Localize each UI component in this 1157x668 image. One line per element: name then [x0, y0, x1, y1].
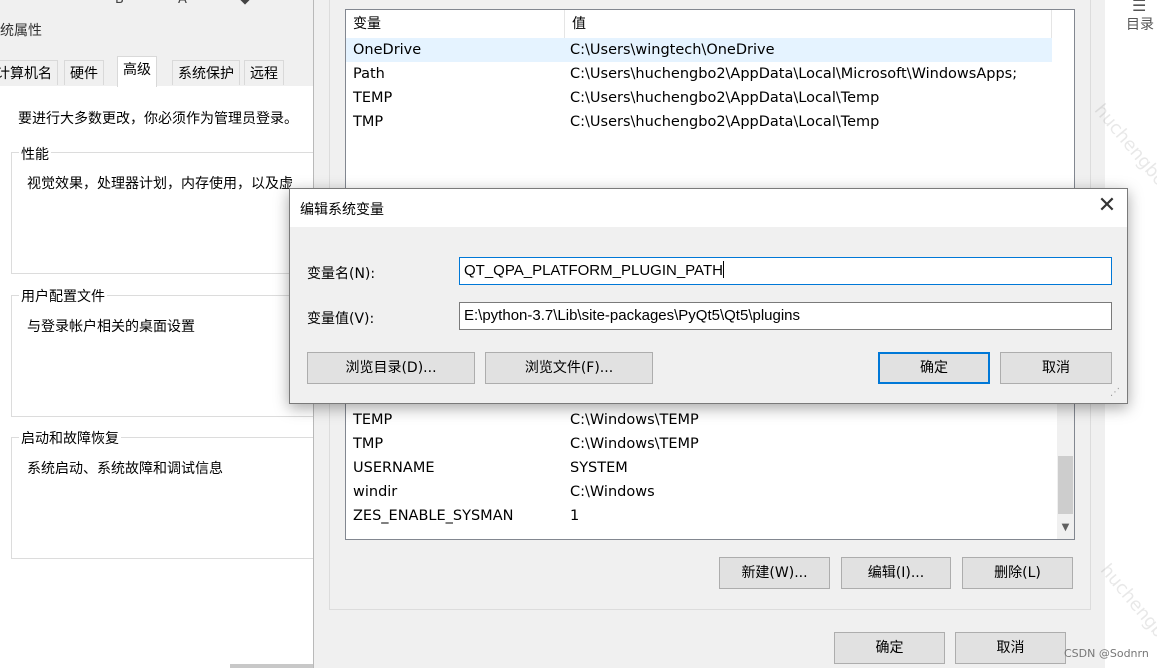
- table-row[interactable]: Path C:\Users\huchengbo2\AppData\Local\M…: [346, 62, 1052, 86]
- table-row[interactable]: TMP C:\Windows\TEMP: [346, 432, 1052, 456]
- var-value: C:\Windows\TEMP: [570, 436, 699, 452]
- table-row[interactable]: OneDrive C:\Users\wingtech\OneDrive: [346, 38, 1052, 62]
- var-name: windir: [353, 484, 398, 500]
- var-name: Path: [353, 66, 385, 82]
- var-value: C:\Users\huchengbo2\AppData\Local\Micros…: [570, 66, 1018, 82]
- var-name: TEMP: [353, 90, 393, 106]
- var-value: C:\Users\wingtech\OneDrive: [570, 42, 775, 58]
- list-icon[interactable]: ☰: [1132, 0, 1146, 15]
- variable-name-value: QT_QPA_PLATFORM_PLUGIN_PATH: [464, 262, 723, 279]
- var-value: 1: [570, 508, 580, 524]
- tab-advanced[interactable]: 高级: [117, 56, 157, 87]
- var-value: C:\Users\huchengbo2\AppData\Local\Temp: [570, 114, 880, 130]
- var-value: C:\Users\huchengbo2\AppData\Local\Temp: [570, 90, 880, 106]
- dialog-titlebar[interactable]: [290, 189, 1127, 227]
- browse-file-button[interactable]: 浏览文件(F)...: [485, 352, 653, 384]
- performance-group: [11, 152, 314, 274]
- resize-grip-icon[interactable]: ⋰: [1110, 387, 1120, 398]
- system-variables-list[interactable]: TEMP C:\Windows\TEMP TMP C:\Windows\TEMP…: [345, 380, 1075, 540]
- tab-remote[interactable]: 远程: [244, 60, 284, 85]
- table-row[interactable]: USERNAME SYSTEM: [346, 456, 1052, 480]
- var-value: SYSTEM: [570, 460, 628, 476]
- var-name: OneDrive: [353, 42, 422, 58]
- column-header-name[interactable]: 变量: [346, 10, 565, 38]
- var-value: C:\Windows: [570, 484, 655, 500]
- user-variables-list[interactable]: 变量 值 OneDrive C:\Users\wingtech\OneDrive…: [345, 9, 1075, 196]
- variable-name-field[interactable]: QT_QPA_PLATFORM_PLUGIN_PATH: [459, 257, 1112, 285]
- bold-icon: B: [115, 0, 129, 7]
- close-icon[interactable]: ✕: [1096, 195, 1118, 217]
- underline-icon: A: [178, 0, 192, 7]
- dialog-ok-button[interactable]: 确定: [878, 352, 990, 384]
- performance-label: 性能: [19, 144, 51, 164]
- variable-value-text: E:\python-3.7\Lib\site-packages\PyQt5\Qt…: [464, 307, 801, 324]
- var-value: C:\Windows\TEMP: [570, 412, 699, 428]
- env-ok-button[interactable]: 确定: [834, 632, 945, 664]
- tab-system-protection[interactable]: 系统保护: [172, 60, 240, 85]
- tab-computer-name[interactable]: 计算机名: [0, 60, 58, 85]
- scrollbar-thumb[interactable]: [1058, 456, 1073, 514]
- variable-name-label: 变量名(N):: [307, 266, 376, 282]
- system-vars-scrollbar[interactable]: ▼: [1057, 381, 1074, 539]
- var-name: ZES_ENABLE_SYSMAN: [353, 508, 514, 524]
- performance-description: 视觉效果，处理器计划，内存使用，以及虚: [27, 176, 293, 192]
- startup-recovery-label: 启动和故障恢复: [19, 428, 121, 448]
- window-title: 系统属性: [0, 23, 42, 39]
- variable-value-field[interactable]: E:\python-3.7\Lib\site-packages\PyQt5\Qt…: [459, 302, 1112, 330]
- var-name: USERNAME: [353, 460, 435, 476]
- tab-hardware[interactable]: 硬件: [64, 60, 104, 85]
- admin-note: 要进行大多数更改，你必须作为管理员登录。: [18, 111, 298, 127]
- dialog-cancel-button[interactable]: 取消: [1000, 352, 1112, 384]
- scroll-indicator: [230, 664, 313, 668]
- tab-strip: 计算机名 硬件 高级 系统保护 远程: [0, 56, 313, 87]
- paint-icon: ◆: [240, 0, 254, 7]
- var-name: TMP: [353, 114, 384, 130]
- credit-text: CSDN @Sodnrn: [1064, 647, 1149, 660]
- variable-value-label: 变量值(V):: [307, 311, 375, 327]
- dialog-title: 编辑系统变量: [300, 202, 384, 218]
- new-variable-button[interactable]: 新建(W)...: [719, 557, 830, 589]
- table-row[interactable]: windir C:\Windows: [346, 480, 1052, 504]
- edit-variable-button[interactable]: 编辑(I)...: [841, 557, 951, 589]
- var-name: TEMP: [353, 412, 393, 428]
- column-header-value[interactable]: 值: [565, 10, 1052, 38]
- env-cancel-button[interactable]: 取消: [955, 632, 1066, 664]
- text-caret: [722, 261, 724, 278]
- startup-recovery-description: 系统启动、系统故障和调试信息: [27, 461, 223, 477]
- toc-label[interactable]: 目录: [1126, 14, 1154, 34]
- browse-directory-button[interactable]: 浏览目录(D)...: [307, 352, 475, 384]
- startup-recovery-group: [11, 437, 314, 559]
- user-profiles-description: 与登录帐户相关的桌面设置: [27, 319, 195, 335]
- delete-variable-button[interactable]: 删除(L): [962, 557, 1073, 589]
- user-profiles-label: 用户配置文件: [19, 286, 107, 306]
- scroll-down-icon[interactable]: ▼: [1057, 519, 1074, 536]
- table-row[interactable]: TEMP C:\Users\huchengbo2\AppData\Local\T…: [346, 86, 1052, 110]
- table-row[interactable]: TMP C:\Users\huchengbo2\AppData\Local\Te…: [346, 110, 1052, 134]
- table-row[interactable]: TEMP C:\Windows\TEMP: [346, 408, 1052, 432]
- var-name: TMP: [353, 436, 384, 452]
- edit-variable-dialog: 编辑系统变量 ✕ 变量名(N): QT_QPA_PLATFORM_PLUGIN_…: [289, 188, 1128, 404]
- table-row[interactable]: ZES_ENABLE_SYSMAN 1: [346, 504, 1052, 528]
- user-profiles-group: [11, 295, 314, 417]
